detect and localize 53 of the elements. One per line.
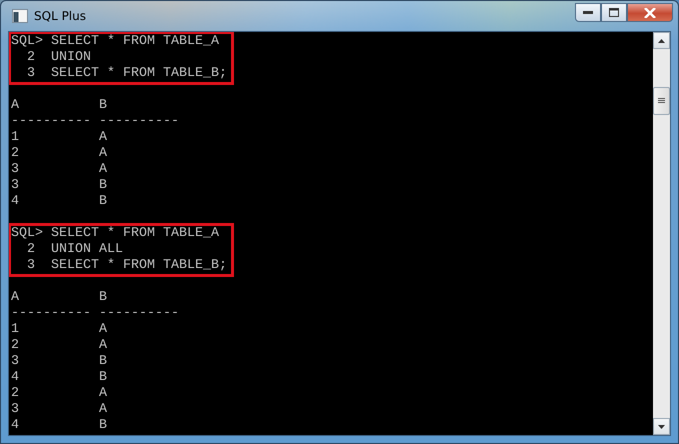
scroll-down-button[interactable] [653, 418, 670, 435]
table-cell-text: 4 [11, 194, 20, 210]
maximize-icon [609, 8, 619, 17]
column-rule: ---------- [11, 306, 92, 322]
table-cell-text: 4 [11, 418, 20, 434]
table-cell: A [98, 130, 107, 146]
down-arrow-icon [658, 424, 665, 428]
window-title: SQL Plus [34, 9, 86, 23]
table-cell: A [98, 386, 107, 402]
column-heading: A [11, 98, 20, 114]
scroll-up-button[interactable] [653, 32, 670, 49]
table-cell-text: 3 [11, 162, 20, 178]
table-cell-text: 3 [11, 402, 20, 418]
table-cell: A [98, 162, 107, 178]
table-cell: A [98, 322, 107, 338]
column-rule: ---------- [98, 306, 179, 322]
scroll-thumb[interactable] [653, 87, 670, 115]
sql-line: SQL> SELECT * FROM TABLE_A [11, 34, 220, 50]
table-cell-text: 3 [11, 178, 20, 194]
grip-icon [658, 98, 665, 104]
minimize-button[interactable] [575, 3, 601, 22]
table-cell: B [98, 418, 107, 434]
column-heading: B [98, 290, 107, 306]
table-cell-text: 4 [11, 370, 20, 386]
table-cell-text: 1 [11, 322, 20, 338]
table-cell: B [98, 370, 107, 386]
table-cell-text: 1 [11, 130, 20, 146]
vertical-scrollbar[interactable] [653, 32, 670, 435]
sql-line: 2 UNION ALL [26, 242, 124, 258]
table-cell-text: 2 [11, 338, 20, 354]
table-cell: B [98, 354, 107, 370]
table-cell-text: 2 [11, 386, 20, 402]
column-heading: B [98, 98, 107, 114]
sql-line: 2 UNION [26, 50, 92, 66]
sql-line: SQL> SELECT * FROM TABLE_A [11, 226, 220, 242]
maximize-button[interactable] [601, 3, 627, 22]
table-cell: B [98, 178, 107, 194]
up-arrow-icon [658, 38, 665, 42]
table-cell-text: 3 [11, 354, 20, 370]
close-icon [644, 8, 656, 18]
sql-line: 3 SELECT * FROM TABLE_B; [26, 66, 227, 82]
table-cell: A [98, 338, 107, 354]
table-cell: A [98, 402, 107, 418]
table-cell-text: 2 [11, 146, 20, 162]
column-rule: ---------- [98, 114, 179, 130]
console-icon [12, 9, 28, 23]
column-heading: A [11, 290, 20, 306]
close-button[interactable] [627, 3, 673, 22]
table-cell: A [98, 146, 107, 162]
column-rule: ---------- [11, 114, 92, 130]
table-cell: B [98, 194, 107, 210]
minimize-icon [583, 10, 593, 14]
sql-line: 3 SELECT * FROM TABLE_B; [26, 258, 227, 274]
